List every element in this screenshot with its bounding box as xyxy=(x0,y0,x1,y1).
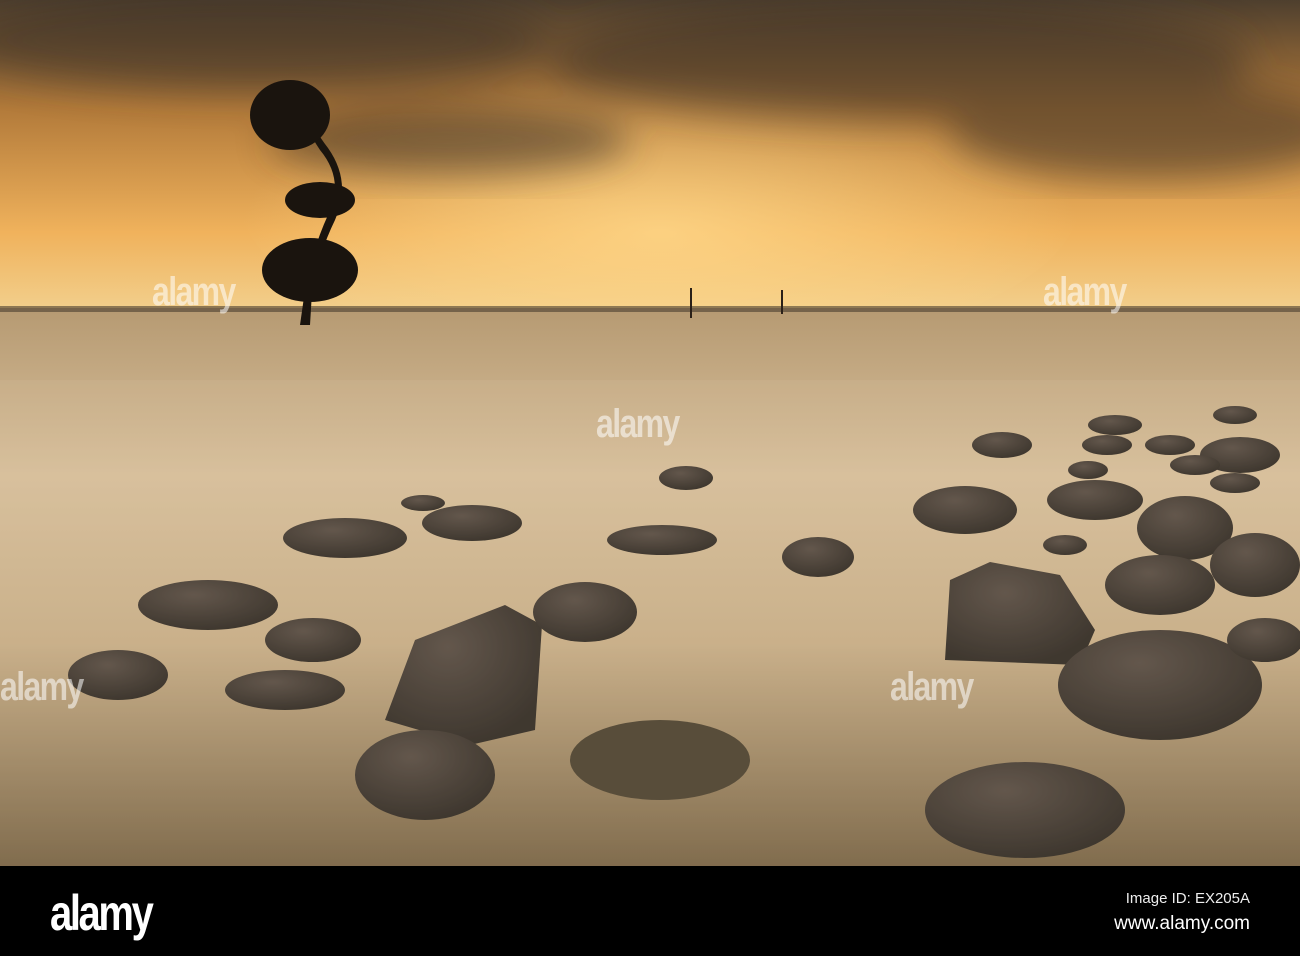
watermark: alamy xyxy=(1043,270,1127,314)
footer-bar: alamy Image ID: EX205A www.alamy.com xyxy=(0,866,1300,956)
website-link[interactable]: www.alamy.com xyxy=(1114,913,1250,935)
watermark: alamy xyxy=(596,402,680,446)
pole xyxy=(690,288,692,318)
stock-photo-page: alamy alamy alamy alamy alamy alamy Imag… xyxy=(0,0,1300,956)
pole xyxy=(781,290,783,314)
alamy-logo: alamy xyxy=(50,885,154,941)
watermark: alamy xyxy=(890,665,974,709)
mist xyxy=(0,380,1300,866)
watermark: alamy xyxy=(0,665,84,709)
watermark: alamy xyxy=(152,270,236,314)
image-id: Image ID: EX205A xyxy=(1125,890,1250,907)
